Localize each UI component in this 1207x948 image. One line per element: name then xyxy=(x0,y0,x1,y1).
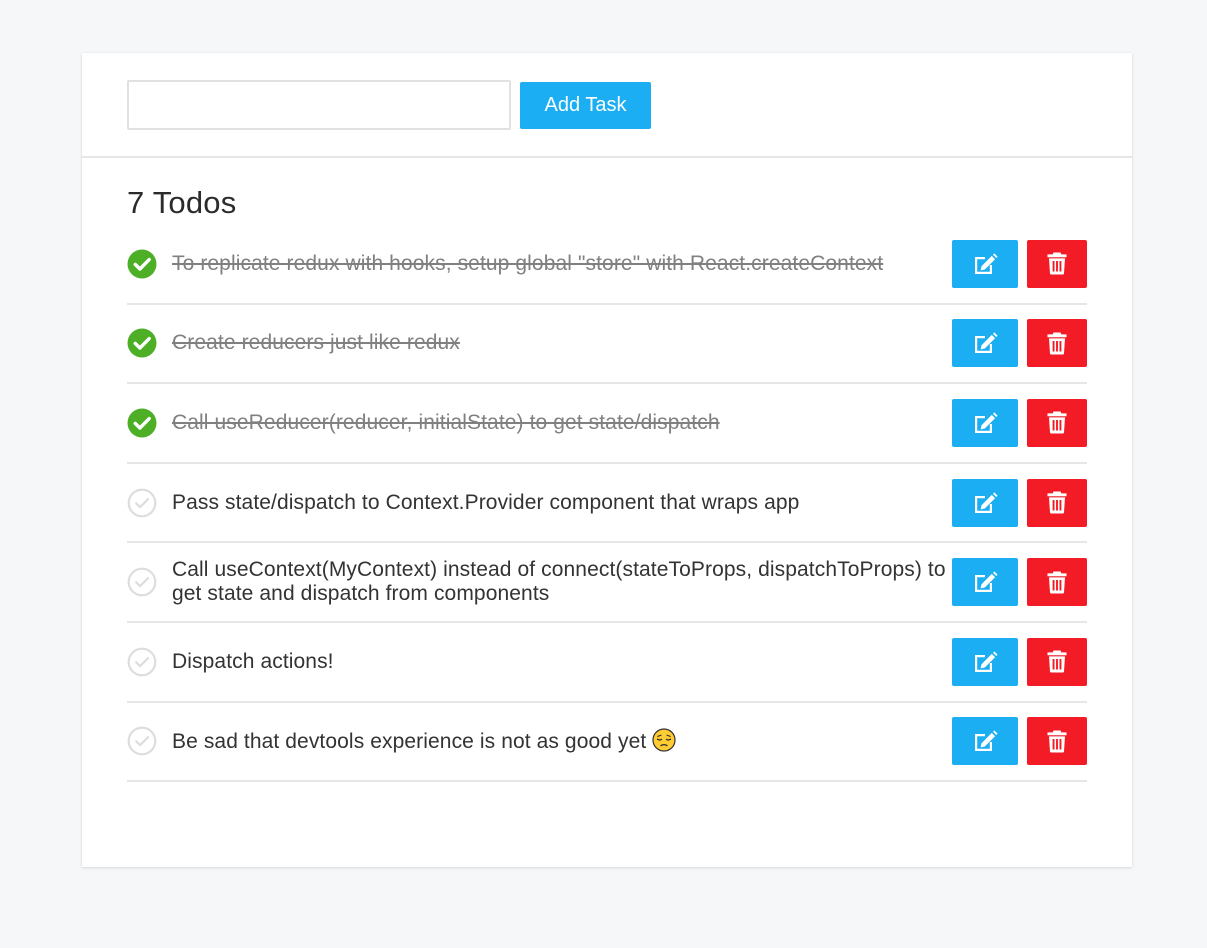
todo-item-2: Create reducers just like redux xyxy=(127,305,1087,385)
edit-icon xyxy=(975,412,998,433)
todo-checkbox[interactable] xyxy=(127,726,157,756)
todo-actions xyxy=(952,717,1087,766)
todo-item-7: Be sad that devtools experience is not a… xyxy=(127,703,1087,783)
trash-icon xyxy=(1047,730,1067,753)
edit-icon xyxy=(975,571,998,593)
todo-text: Create reducers just like redux xyxy=(172,331,947,355)
edit-button[interactable] xyxy=(952,558,1018,607)
todo-text-label: Call useContext(MyContext) instead of co… xyxy=(172,558,946,606)
trash-icon xyxy=(1047,332,1067,355)
todo-item-3: Call useReducer(reducer, initialState) t… xyxy=(127,384,1087,464)
todo-checkbox[interactable] xyxy=(127,567,157,597)
todo-checkbox-done[interactable] xyxy=(127,328,157,358)
todo-text-label: Create reducers just like redux xyxy=(172,331,460,355)
todo-text: Pass state/dispatch to Context.Provider … xyxy=(172,491,947,515)
todo-actions xyxy=(952,398,1087,447)
todo-text-label: To replicate redux with hooks, setup glo… xyxy=(172,251,884,275)
edit-button[interactable] xyxy=(952,398,1018,447)
edit-button[interactable] xyxy=(952,319,1018,368)
todo-text-label: Dispatch actions! xyxy=(172,649,334,673)
todo-checkbox-done[interactable] xyxy=(127,249,157,279)
todo-text: Dispatch actions! xyxy=(172,650,947,674)
check-circle-filled-icon xyxy=(127,408,157,438)
todo-count-title: 7 Todos xyxy=(127,185,237,220)
pensive-face-emoji-icon xyxy=(652,728,676,752)
todo-item-5: Call useContext(MyContext) instead of co… xyxy=(127,543,1087,623)
todo-card: Add Task 7 Todos To replicate redux with… xyxy=(82,53,1132,867)
todo-actions xyxy=(952,558,1087,607)
trash-icon xyxy=(1047,411,1067,434)
delete-button[interactable] xyxy=(1027,637,1087,686)
check-circle-outline-icon xyxy=(127,726,157,756)
todo-checkbox-done[interactable] xyxy=(127,408,157,438)
check-circle-outline-icon xyxy=(127,567,157,597)
todo-checkbox[interactable] xyxy=(127,647,157,677)
edit-button[interactable] xyxy=(952,239,1018,288)
delete-button[interactable] xyxy=(1027,478,1087,527)
todo-text-label: Be sad that devtools experience is not a… xyxy=(172,730,647,754)
todo-actions xyxy=(952,637,1087,686)
todo-item-1: To replicate redux with hooks, setup glo… xyxy=(127,225,1087,305)
trash-icon xyxy=(1047,571,1067,594)
add-task-bar: Add Task xyxy=(82,53,1132,158)
edit-button[interactable] xyxy=(952,478,1018,527)
edit-button[interactable] xyxy=(952,637,1018,686)
edit-icon xyxy=(975,332,998,354)
todo-text-label: Pass state/dispatch to Context.Provider … xyxy=(172,490,800,514)
task-input[interactable] xyxy=(127,80,511,130)
todo-item-4: Pass state/dispatch to Context.Provider … xyxy=(127,464,1087,544)
todo-actions xyxy=(952,478,1087,527)
todo-actions xyxy=(952,319,1087,368)
todo-list-section: 7 Todos To replicate redux with hooks, s… xyxy=(82,158,1132,783)
check-circle-outline-icon xyxy=(127,488,157,517)
todo-text-label: Call useReducer(reducer, initialState) t… xyxy=(172,410,720,434)
trash-icon xyxy=(1047,252,1067,275)
todo-text: To replicate redux with hooks, setup glo… xyxy=(172,252,947,276)
edit-icon xyxy=(975,491,998,513)
delete-button[interactable] xyxy=(1027,717,1087,766)
delete-button[interactable] xyxy=(1027,319,1087,368)
todo-text: Be sad that devtools experience is not a… xyxy=(172,728,947,754)
edit-button[interactable] xyxy=(952,717,1018,766)
trash-icon xyxy=(1047,650,1067,673)
trash-icon xyxy=(1047,491,1067,514)
todo-item-6: Dispatch actions! xyxy=(127,623,1087,703)
delete-button[interactable] xyxy=(1027,239,1087,288)
todo-text: Call useContext(MyContext) instead of co… xyxy=(172,558,947,606)
todo-checkbox[interactable] xyxy=(127,488,157,518)
edit-icon xyxy=(975,651,998,672)
check-circle-outline-icon xyxy=(127,647,157,677)
delete-button[interactable] xyxy=(1027,558,1087,607)
check-circle-filled-icon xyxy=(127,249,157,279)
todo-actions xyxy=(952,239,1087,288)
todo-text: Call useReducer(reducer, initialState) t… xyxy=(172,411,947,435)
delete-button[interactable] xyxy=(1027,398,1087,447)
edit-icon xyxy=(975,253,998,274)
check-circle-filled-icon xyxy=(127,328,157,358)
add-task-button[interactable]: Add Task xyxy=(520,82,651,129)
todo-list: To replicate redux with hooks, setup glo… xyxy=(127,225,1087,783)
edit-icon xyxy=(975,730,998,752)
